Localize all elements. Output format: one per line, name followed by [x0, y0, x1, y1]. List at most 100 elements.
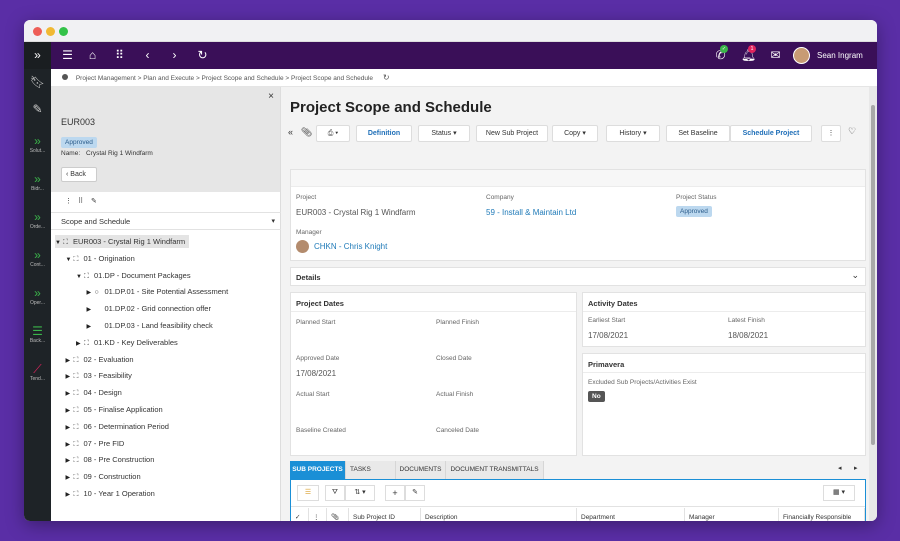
caret-right-icon[interactable]: ▶	[66, 422, 74, 435]
favorite-heart-icon[interactable]: ♡	[848, 126, 856, 137]
caret-right-icon[interactable]: ▶	[76, 338, 84, 351]
column-description[interactable]: Description	[421, 508, 577, 521]
grid-icon[interactable]: ⠿	[78, 197, 83, 205]
report-dropdown-button[interactable]: ⎙ ▾	[316, 125, 350, 142]
tree-node[interactable]: ▶ ⛶ 03 - Feasibility	[66, 369, 132, 382]
tab-document-transmittals[interactable]: DOCUMENT TRANSMITTALS	[446, 461, 544, 479]
details-section-header[interactable]: Details ⌄	[290, 267, 866, 286]
manager-link[interactable]: CHKN - Chris Knight	[314, 242, 387, 251]
edit-pencil-icon[interactable]: ✎	[24, 102, 51, 116]
rail-item-orders[interactable]: » Orde...	[24, 210, 51, 230]
tab-scroll-left-icon[interactable]: ◂	[838, 464, 842, 472]
caret-right-icon[interactable]: ▶	[66, 472, 74, 485]
hierarchy-icon: ⛶	[63, 239, 68, 246]
tree-node[interactable]: ▶ 01.DP.03 - Land feasibility check	[87, 319, 213, 332]
filter-icon[interactable]: ⛛	[325, 485, 345, 501]
tree-node[interactable]: ▶ ⛶ 04 - Design	[66, 386, 122, 399]
rail-item-backlog[interactable]: ☰ Back...	[24, 324, 51, 344]
tab-sub-projects[interactable]: SUB PROJECTS	[290, 461, 346, 479]
close-icon[interactable]: ×	[268, 91, 274, 102]
refresh-icon[interactable]: ↻	[383, 73, 390, 82]
company-link[interactable]: 59 - Install & Maintain Ltd	[486, 208, 576, 217]
column-manager[interactable]: Manager	[685, 508, 779, 521]
user-avatar[interactable]	[793, 47, 810, 64]
forward-arrow-icon[interactable]: ›	[161, 42, 188, 69]
rail-item-operations[interactable]: » Oper...	[24, 286, 51, 306]
edit-pencil-icon[interactable]: ✎	[405, 485, 425, 501]
tab-scroll-right-icon[interactable]: ▸	[854, 464, 858, 472]
new-sub-project-button[interactable]: New Sub Project	[476, 125, 548, 142]
tree-node[interactable]: ▶ ⛶ 09 - Construction	[66, 470, 141, 483]
definition-button[interactable]: Definition	[356, 125, 412, 142]
row-menu-icon[interactable]: ⋮	[309, 508, 327, 521]
caret-down-icon[interactable]: ▼	[76, 271, 84, 284]
caret-right-icon[interactable]: ▶	[66, 355, 74, 368]
caret-right-icon[interactable]: ▶	[66, 489, 74, 502]
column-financially-responsible[interactable]: Financially Responsible	[779, 508, 865, 521]
drag-handle-icon[interactable]: ⋮	[65, 197, 72, 205]
column-department[interactable]: Department	[577, 508, 685, 521]
caret-right-icon[interactable]: ▶	[66, 439, 74, 452]
user-name[interactable]: Sean Ingram	[817, 42, 863, 69]
tree-node[interactable]: ▶ ⛶ 01.KD - Key Deliverables	[76, 336, 178, 349]
caret-right-icon[interactable]: ▶	[66, 371, 74, 384]
tree-node[interactable]: ▶ ⛶ 06 - Determination Period	[66, 420, 169, 433]
attachment-icon[interactable]: 📎︎	[301, 127, 312, 138]
expand-rail-icon[interactable]: »	[24, 42, 51, 69]
refresh-icon[interactable]: ↻	[189, 42, 216, 69]
tab-tasks[interactable]: TASKS	[346, 461, 396, 479]
caret-right-icon[interactable]: ▶	[66, 388, 74, 401]
caret-right-icon[interactable]: ▶	[66, 455, 74, 468]
project-label: Project	[296, 194, 317, 201]
tree-node[interactable]: ▶ ⛶ 05 - Finalise Application	[66, 403, 163, 416]
breadcrumb-text[interactable]: Project Management > Plan and Execute > …	[76, 75, 373, 82]
tree-node[interactable]: ▼ ⛶ 01 - Origination	[66, 252, 135, 265]
tree-node[interactable]: ▶ ○ 01.DP.01 - Site Potential Assessment	[87, 285, 229, 298]
tree-node[interactable]: ▶ 01.DP.02 - Grid connection offer	[87, 302, 211, 315]
collapse-icon[interactable]: «	[288, 127, 293, 137]
add-row-icon[interactable]: +	[385, 485, 405, 501]
tree-node[interactable]: ▼ ⛶ EUR003 - Crystal Rig 1 Windfarm	[55, 235, 190, 250]
history-dropdown-button[interactable]: History ▾	[606, 125, 660, 142]
messages-icon[interactable]: ✉	[762, 42, 789, 69]
rail-item-bids[interactable]: » Bidr...	[24, 172, 51, 192]
column-sub-project-id[interactable]: Sub Project ID	[349, 508, 421, 521]
rail-item-solutions[interactable]: » Solut...	[24, 134, 51, 154]
set-baseline-button[interactable]: Set Baseline	[666, 125, 730, 142]
more-options-button[interactable]: ⋮	[821, 125, 841, 142]
scrollbar-thumb[interactable]	[871, 105, 875, 445]
caret-right-icon[interactable]: ▶	[87, 304, 95, 317]
status-dropdown-button[interactable]: Status ▾	[418, 125, 470, 142]
caret-down-icon[interactable]: ▼	[55, 237, 63, 250]
caret-right-icon[interactable]: ▶	[87, 321, 95, 334]
tree-node[interactable]: ▶ ⛶ 08 - Pre Construction	[66, 453, 155, 466]
back-arrow-icon[interactable]: ‹	[134, 42, 161, 69]
attachment-icon[interactable]: 📎︎	[327, 508, 349, 521]
tree-node[interactable]: ▼ ⛶ 01.DP - Document Packages	[76, 269, 191, 282]
rail-item-contracts[interactable]: » Cont...	[24, 248, 51, 268]
back-button[interactable]: ‹ Back	[61, 167, 97, 182]
copy-dropdown-button[interactable]: Copy ▾	[552, 125, 598, 142]
tree-node[interactable]: ▶ ⛶ 02 - Evaluation	[66, 353, 134, 366]
baseline-created-label: Baseline Created	[296, 427, 346, 434]
section-select[interactable]: Scope and Schedule ▾	[51, 212, 281, 230]
apps-grid-icon[interactable]: ⠿	[106, 42, 133, 69]
caret-right-icon[interactable]: ▶	[66, 405, 74, 418]
tab-documents[interactable]: DOCUMENTS	[396, 461, 446, 479]
caret-down-icon[interactable]: ▼	[66, 254, 74, 267]
list-view-icon[interactable]: ☰	[297, 485, 319, 501]
rail-label: Orde...	[29, 224, 46, 230]
main-vertical-scrollbar[interactable]	[869, 87, 877, 521]
caret-right-icon[interactable]: ▶	[87, 287, 95, 300]
tree-node[interactable]: ▶ ⛶ 10 - Year 1 Operation	[66, 487, 155, 500]
rail-item-tenders[interactable]: ⟋ Tend...	[24, 362, 51, 382]
edit-pencil-icon[interactable]: ✎	[91, 197, 97, 205]
bookmark-icon[interactable]: 🔖︎	[24, 75, 51, 89]
tree-node[interactable]: ▶ ⛶ 07 - Pre FID	[66, 437, 125, 450]
schedule-project-button[interactable]: Schedule Project	[730, 125, 812, 142]
select-all-check-icon[interactable]: ✓	[291, 508, 309, 521]
home-icon[interactable]: ⌂	[79, 42, 106, 69]
sort-dropdown-icon[interactable]: ⇅ ▾	[345, 485, 375, 501]
menu-icon[interactable]: ☰	[54, 42, 81, 69]
column-chooser-icon[interactable]: ▦ ▾	[823, 485, 855, 501]
